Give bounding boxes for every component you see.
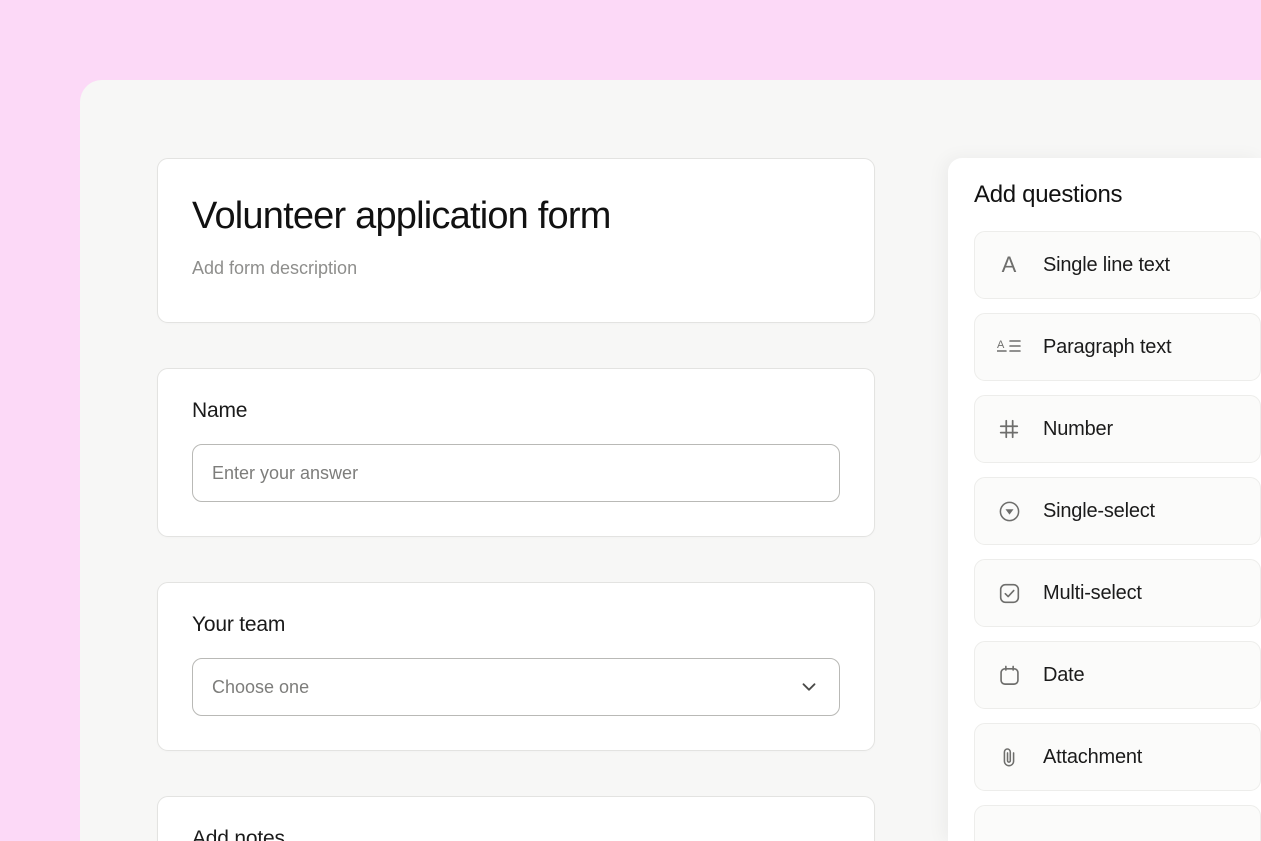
checkbox-checked-icon xyxy=(996,580,1022,606)
input-placeholder: Enter your answer xyxy=(212,462,359,483)
question-label: Add notes xyxy=(192,827,285,841)
team-select-input[interactable]: Choose one xyxy=(192,658,840,716)
question-type-multi-select[interactable]: Multi-select xyxy=(974,559,1261,627)
question-type-attachment[interactable]: Attachment xyxy=(974,723,1261,791)
svg-text:A: A xyxy=(997,339,1005,351)
question-type-label: Number xyxy=(1043,417,1113,440)
form-header-card[interactable]: Volunteer application form Add form desc… xyxy=(157,158,875,323)
form-canvas: Volunteer application form Add form desc… xyxy=(157,158,875,841)
question-label: Name xyxy=(192,399,248,422)
question-card-name[interactable]: Name Enter your answer xyxy=(157,368,875,537)
hash-icon xyxy=(996,416,1022,442)
question-type-label: Multi-select xyxy=(1043,581,1142,604)
question-type-date[interactable]: Date xyxy=(974,641,1261,709)
select-placeholder: Choose one xyxy=(212,676,310,697)
calendar-icon xyxy=(996,662,1022,688)
question-type-number[interactable]: Number xyxy=(974,395,1261,463)
question-type-list: A Single line text A Paragraph text Numb… xyxy=(948,231,1261,841)
question-card-your-team[interactable]: Your team Choose one xyxy=(157,582,875,751)
question-type-paragraph-text[interactable]: A Paragraph text xyxy=(974,313,1261,381)
app-panel: Volunteer application form Add form desc… xyxy=(80,80,1261,841)
panel-title: Add questions xyxy=(974,181,1123,208)
question-type-single-select[interactable]: Single-select xyxy=(974,477,1261,545)
question-type-label: Single-select xyxy=(1043,499,1155,522)
paperclip-icon xyxy=(996,744,1022,770)
form-title[interactable]: Volunteer application form xyxy=(192,195,840,238)
add-questions-panel: Add questions A Single line text A Parag… xyxy=(948,158,1261,841)
question-card-add-notes[interactable]: Add notes xyxy=(157,796,875,841)
question-type-label: Attachment xyxy=(1043,745,1143,768)
question-label: Your team xyxy=(192,613,286,636)
circle-caret-down-icon xyxy=(996,498,1022,524)
question-type-single-line-text[interactable]: A Single line text xyxy=(974,231,1261,299)
question-type-label: Paragraph text xyxy=(1043,335,1172,358)
name-answer-input[interactable]: Enter your answer xyxy=(192,444,840,502)
chevron-down-icon[interactable] xyxy=(798,676,820,698)
form-description-placeholder[interactable]: Add form description xyxy=(192,258,840,279)
paragraph-text-icon: A xyxy=(996,334,1022,360)
letter-a-icon: A xyxy=(1001,252,1017,277)
question-type-label: Single line text xyxy=(1043,253,1170,276)
question-type-label: Date xyxy=(1043,663,1085,686)
question-type-item-partial[interactable] xyxy=(974,805,1261,841)
